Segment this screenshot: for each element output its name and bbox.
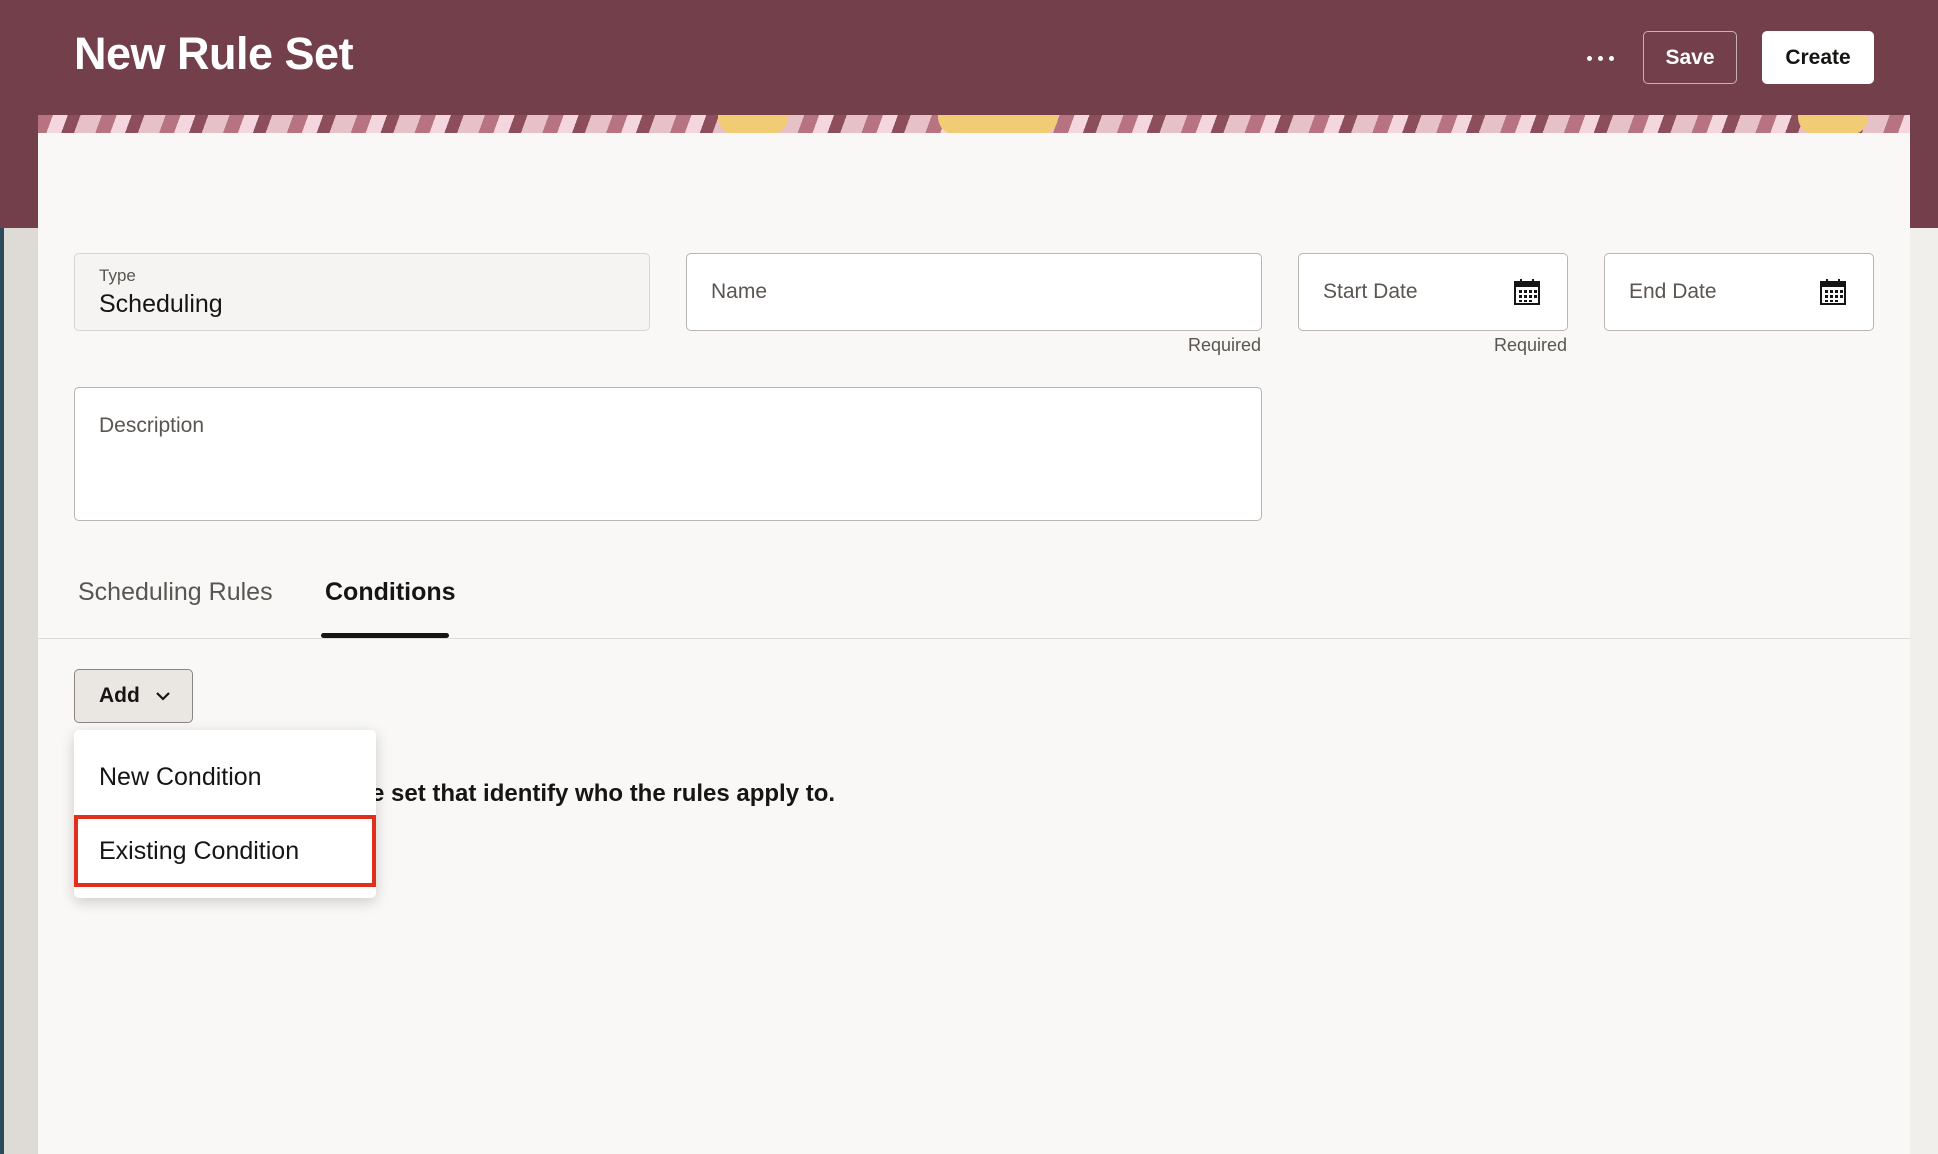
calendar-icon[interactable] xyxy=(1819,278,1847,306)
name-placeholder: Name xyxy=(711,280,768,303)
name-required-hint: Required xyxy=(1188,335,1262,355)
calendar-icon[interactable] xyxy=(1513,278,1541,306)
type-label: Type xyxy=(99,266,136,285)
type-value: Scheduling xyxy=(99,290,223,318)
name-field[interactable]: Name xyxy=(686,253,1262,331)
description-placeholder: Description xyxy=(99,414,205,437)
tab-scheduling-rules[interactable]: Scheduling Rules xyxy=(74,578,277,607)
save-button[interactable]: Save xyxy=(1643,31,1737,84)
tabs-divider xyxy=(38,638,1910,639)
more-horizontal-icon xyxy=(1586,55,1614,61)
page-title: New Rule Set xyxy=(74,28,354,79)
menu-item-existing-condition[interactable]: Existing Condition xyxy=(74,815,376,887)
add-menu: New Condition Existing Condition xyxy=(74,730,376,898)
background-decoration xyxy=(0,228,38,1154)
add-button-label: Add xyxy=(99,684,140,707)
description-field[interactable]: Description xyxy=(74,387,1262,521)
end-date-field[interactable]: End Date xyxy=(1604,253,1874,331)
empty-state-text: e set that identify who the rules apply … xyxy=(371,780,836,807)
end-date-placeholder: End Date xyxy=(1629,280,1717,303)
add-button[interactable]: Add xyxy=(74,669,193,723)
tab-conditions[interactable]: Conditions xyxy=(321,578,460,607)
more-actions-button[interactable] xyxy=(1570,36,1630,80)
banner-pattern xyxy=(38,115,1910,135)
create-button[interactable]: Create xyxy=(1762,31,1874,84)
start-date-field[interactable]: Start Date xyxy=(1298,253,1568,331)
start-date-placeholder: Start Date xyxy=(1323,280,1418,303)
start-date-required-hint: Required xyxy=(1494,335,1568,355)
type-field: Type Scheduling xyxy=(74,253,650,331)
chevron-down-icon xyxy=(156,692,170,701)
menu-item-new-condition[interactable]: New Condition xyxy=(74,741,376,813)
